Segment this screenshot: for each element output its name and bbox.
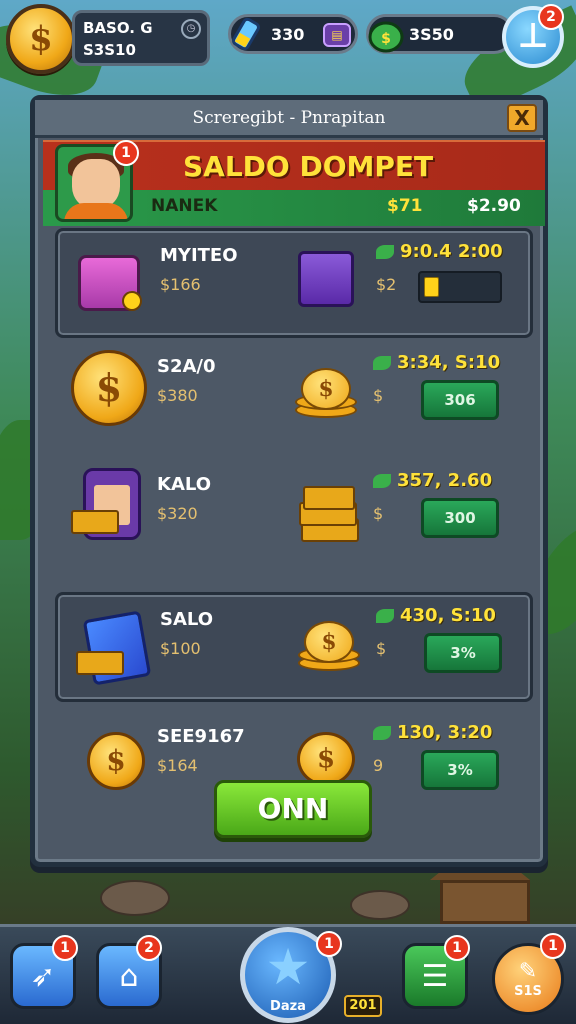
potion-icon [225, 11, 271, 57]
rock [350, 890, 410, 920]
coin-stack-icon: $ [298, 621, 360, 679]
nav-badge: 2 [136, 935, 162, 961]
nav-badge: 1 [540, 933, 566, 959]
item-reward: 9:0.4 2:00 [376, 241, 503, 262]
wallet-sub-label: NANEK [151, 196, 218, 216]
rock [100, 880, 170, 916]
count-label: 201 [344, 995, 382, 1017]
wallet-panel: Screregibt - Pnrapitan X SALDO DOMPET NA… [30, 95, 548, 867]
item-name: SEE9167 [157, 726, 245, 747]
wallet-title: SALDO DOMPET [183, 150, 434, 183]
player-info[interactable]: BASO. G S3S10 ◷ [72, 10, 210, 66]
item-reward: 430, S:10 [376, 605, 496, 626]
star-label: Daza [270, 999, 306, 1014]
svg-text:$: $ [381, 31, 391, 47]
gold-bar-icon [76, 651, 124, 675]
item-reward-value: 430, S:10 [400, 605, 496, 626]
list-item[interactable]: SALO $100 $ 430, S:10 $ 3% [55, 592, 533, 702]
resource-2-value: 3S50 [409, 24, 454, 44]
leaf-icon [373, 474, 391, 488]
coin-icon: $ [87, 732, 145, 790]
hero-face [72, 159, 120, 209]
item-price: $166 [160, 275, 201, 294]
gold-bars-stack-icon [295, 484, 361, 544]
clock-icon: ◷ [181, 19, 201, 39]
item-price: $320 [157, 504, 198, 523]
wallet-sub-mid: $71 [387, 196, 423, 216]
item-reward-value: 3:34, S:10 [397, 352, 501, 373]
list-item[interactable]: $ S2A/0 $380 $ 3:34, S:10 $ 306 [55, 342, 533, 452]
item-reward: 357, 2.60 [373, 470, 492, 491]
item-name: SALO [160, 609, 214, 630]
progress-bar [418, 271, 502, 303]
item-dollar: $ [373, 504, 384, 523]
gem-icon [122, 291, 142, 311]
item-reward-value: 357, 2.60 [397, 470, 493, 491]
gold-bar-icon [71, 510, 119, 534]
panel-header: Screregibt - Pnrapitan X [35, 100, 543, 138]
wallet-sub-right: $2.90 [467, 196, 521, 216]
buy-button[interactable]: 3% [424, 633, 502, 673]
coin-icon[interactable]: $ [6, 4, 76, 74]
item-reward: 130, 3:20 [373, 722, 492, 743]
item-dollar: 9 [373, 756, 384, 775]
resource-pill-cash[interactable]: $ 3S50 [366, 14, 514, 54]
panel-title: Screregibt - Pnrapitan [192, 108, 386, 128]
nav-badge: 1 [52, 935, 78, 961]
item-dollar: $ [376, 639, 387, 658]
hero-shirt [64, 203, 128, 219]
item-price: $380 [157, 386, 198, 405]
coin-stack-icon: $ [295, 368, 357, 426]
list-item[interactable]: MYITEO $166 9:0.4 2:00 $2 [55, 228, 533, 338]
coin-icon: $ [71, 350, 147, 426]
item-reward: 3:34, S:10 [373, 352, 500, 373]
leaf-icon [376, 609, 394, 623]
item-name: KALO [157, 474, 212, 495]
item-reward-value: 130, 3:20 [397, 722, 493, 743]
bottom-nav: ➶ 1 ⌂ 2 ★ Daza 1 201 ☰ 1 ✎ S1S 1 [0, 924, 576, 1024]
item-dollar: $ [373, 386, 384, 405]
coin-icon: $ [297, 732, 355, 786]
confirm-button[interactable]: ONN [214, 780, 372, 838]
buy-button[interactable]: 306 [421, 380, 499, 420]
close-button[interactable]: X [507, 104, 537, 132]
player-balance: S3S10 [83, 41, 136, 59]
coupon-label: S1S [514, 984, 542, 999]
progress-fill [424, 277, 439, 297]
item-name: S2A/0 [157, 356, 216, 377]
leaf-icon [376, 245, 394, 259]
hero-badge: 1 [113, 140, 139, 166]
item-dollar: $2 [376, 275, 397, 294]
list-item[interactable]: KALO $320 357, 2.60 $ 300 [55, 460, 533, 570]
item-price: $164 [157, 756, 198, 775]
hut [440, 880, 530, 924]
money-bag-icon: $ [363, 11, 409, 57]
resource-pill-energy[interactable]: 330 ▤ [228, 14, 358, 54]
top-bar: $ BASO. G S3S10 ◷ 330 ▤ $ 3S50 ⊥ 2 [0, 0, 576, 80]
nav-badge: 1 [444, 935, 470, 961]
item-price: $100 [160, 639, 201, 658]
book-icon[interactable]: ▤ [323, 23, 351, 47]
item-name: MYITEO [160, 245, 238, 266]
buy-button[interactable]: 3% [421, 750, 499, 790]
violet-chest-icon [298, 251, 354, 307]
leaf-icon [373, 356, 391, 370]
notification-badge: 2 [538, 4, 564, 30]
item-reward-value: 9:0.4 2:00 [400, 241, 503, 262]
resource-1-value: 330 [271, 24, 305, 44]
buy-button[interactable]: 300 [421, 498, 499, 538]
coupon-glyph: ✎ [518, 959, 538, 984]
nav-badge: 1 [316, 931, 342, 957]
leaf-icon [373, 726, 391, 740]
